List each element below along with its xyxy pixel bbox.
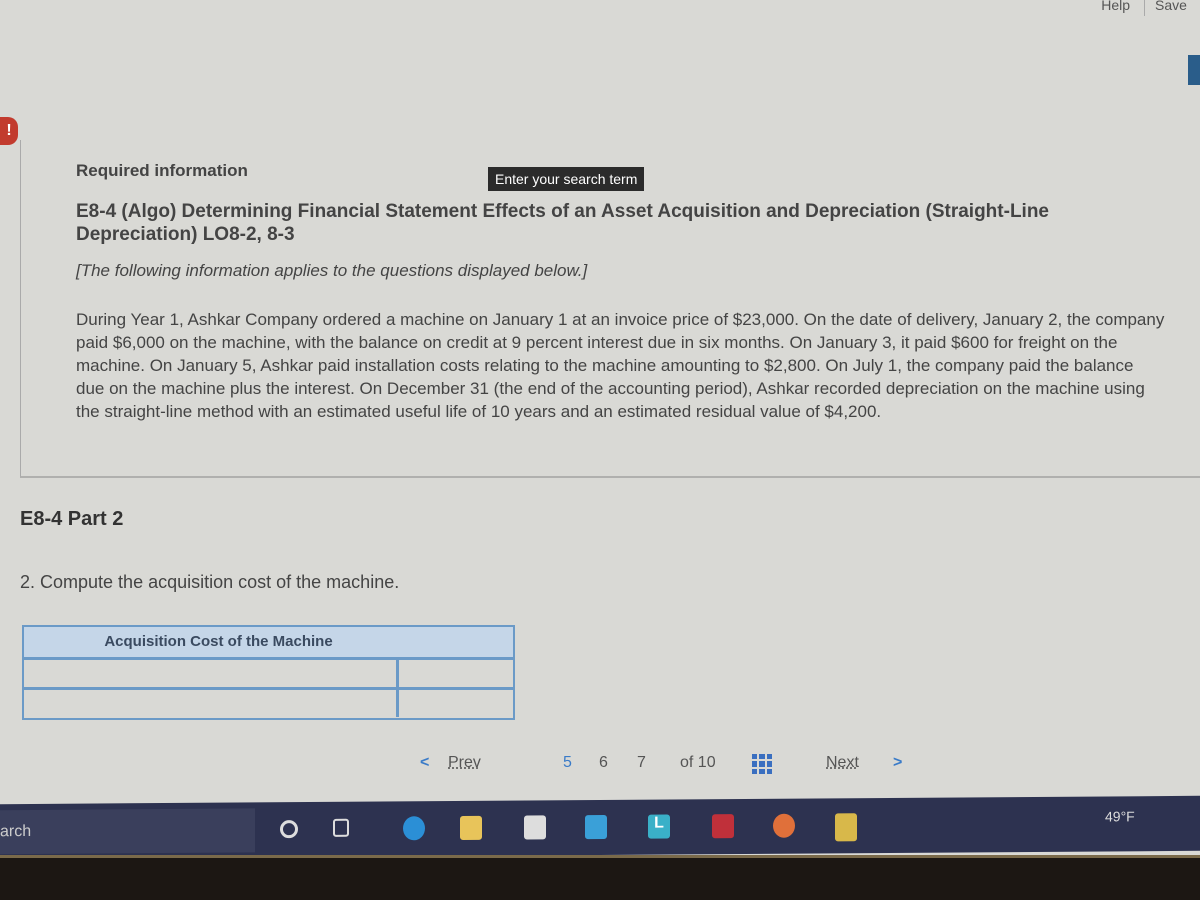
page-6[interactable]: 6 bbox=[599, 754, 608, 772]
amount-input[interactable] bbox=[399, 690, 513, 717]
chevron-right-icon[interactable]: > bbox=[893, 754, 902, 772]
required-info-heading: Required information bbox=[76, 161, 248, 180]
problem-title: E8-4 (Algo) Determining Financial Statem… bbox=[76, 201, 1049, 245]
app-l-icon[interactable]: L bbox=[648, 814, 670, 839]
save-link[interactable]: Save bbox=[1155, 0, 1200, 13]
notes-icon[interactable] bbox=[835, 813, 857, 842]
page-5[interactable]: 5 bbox=[563, 754, 572, 772]
cortana-icon[interactable] bbox=[280, 820, 298, 839]
task-view-icon[interactable] bbox=[333, 818, 349, 837]
info-note: [The following information applies to th… bbox=[76, 261, 588, 280]
next-button[interactable]: Next bbox=[826, 754, 859, 772]
file-explorer-icon[interactable] bbox=[460, 815, 482, 840]
label-input[interactable] bbox=[24, 660, 399, 687]
amount-input[interactable] bbox=[399, 660, 513, 687]
search-tooltip: Enter your search term bbox=[488, 167, 645, 191]
alert-icon: ! bbox=[0, 117, 18, 145]
store-icon[interactable] bbox=[524, 815, 546, 840]
firefox-icon[interactable] bbox=[773, 813, 795, 838]
help-link[interactable]: Help bbox=[1101, 0, 1130, 13]
screen-bezel bbox=[0, 855, 1200, 900]
prev-button[interactable]: Prev bbox=[448, 754, 481, 772]
mail-icon[interactable] bbox=[585, 814, 607, 840]
table-header: Acquisition Cost of the Machine bbox=[24, 627, 513, 657]
taskbar: arch L 49°F bbox=[0, 795, 1200, 860]
divider bbox=[1144, 0, 1145, 16]
submit-button[interactable] bbox=[1188, 55, 1200, 85]
chevron-left-icon[interactable]: < bbox=[420, 754, 429, 772]
table-row bbox=[24, 657, 513, 687]
page-7[interactable]: 7 bbox=[637, 754, 646, 772]
edge-icon[interactable] bbox=[403, 816, 425, 841]
part-title: E8-4 Part 2 bbox=[20, 508, 124, 530]
top-bar: Help Save bbox=[0, 0, 1200, 18]
weather-temperature[interactable]: 49°F bbox=[1105, 808, 1135, 824]
page-count: of 10 bbox=[680, 754, 716, 771]
grid-icon[interactable] bbox=[752, 754, 772, 774]
question-text: 2. Compute the acquisition cost of the m… bbox=[20, 572, 400, 592]
taskbar-search[interactable]: arch bbox=[0, 808, 255, 855]
problem-text: During Year 1, Ashkar Company ordered a … bbox=[76, 310, 1165, 421]
table-row bbox=[24, 687, 513, 717]
label-input[interactable] bbox=[24, 690, 399, 717]
mcafee-icon[interactable] bbox=[712, 814, 734, 839]
acquisition-cost-table: Acquisition Cost of the Machine bbox=[22, 625, 515, 720]
